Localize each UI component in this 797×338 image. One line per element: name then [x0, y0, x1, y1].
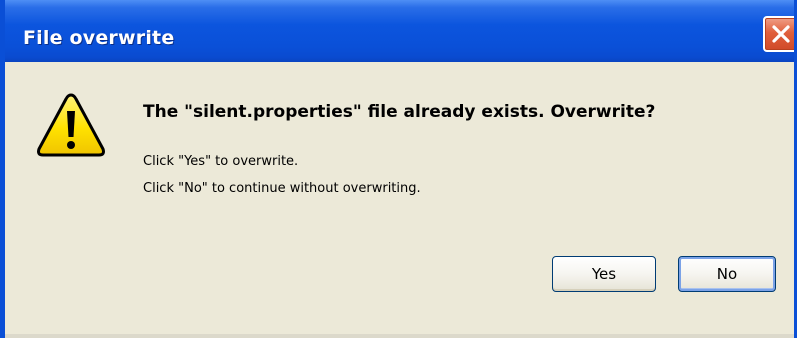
warning-icon — [35, 91, 107, 164]
message-headline: The "silent.properties" file already exi… — [143, 102, 656, 122]
title-bar[interactable]: File overwrite — [5, 0, 794, 62]
yes-button[interactable]: Yes — [552, 256, 656, 292]
no-button[interactable]: No — [678, 256, 776, 292]
file-overwrite-dialog: File overwrite The "silent.properties" f… — [0, 0, 797, 338]
dialog-bottom-edge — [5, 334, 794, 338]
message-line-yes: Click "Yes" to overwrite. — [143, 154, 299, 169]
close-icon — [772, 25, 790, 43]
window-title: File overwrite — [23, 27, 175, 49]
message-line-no: Click "No" to continue without overwriti… — [143, 181, 421, 196]
close-button[interactable] — [763, 16, 794, 52]
